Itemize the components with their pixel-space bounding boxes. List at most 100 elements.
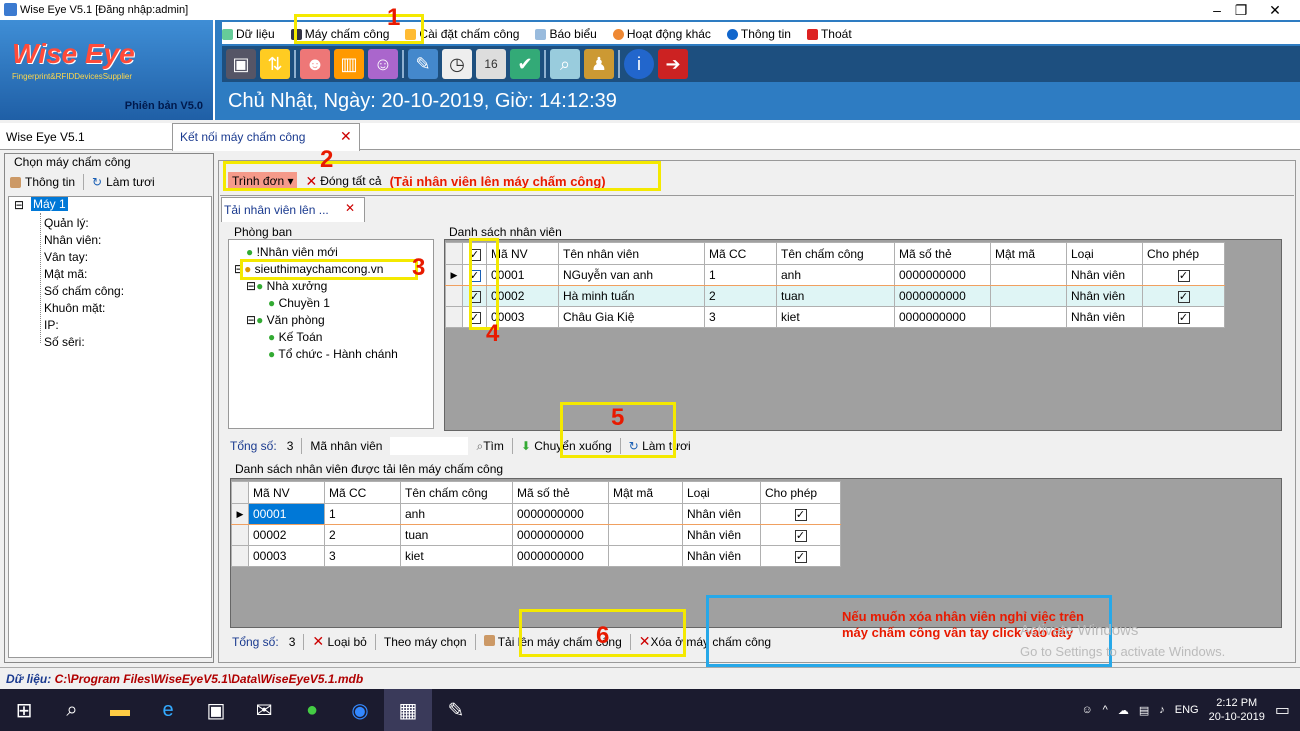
col-password[interactable]: Mật mã	[990, 242, 1067, 265]
db-path: C:\Program Files\WiseEyeV5.1\Data\WiseEy…	[54, 672, 364, 686]
chrome-icon[interactable]: ●	[288, 689, 336, 731]
check-icon[interactable]: ✔	[510, 49, 540, 79]
row-pointer-icon: ▶	[445, 264, 463, 286]
table-row[interactable]: ▶ ✓ 00001 NGuyễn van anh 1 anh 000000000…	[445, 264, 1225, 286]
logout-icon[interactable]: ➔	[658, 49, 688, 79]
menu-reports[interactable]: Báo biểu	[535, 27, 597, 41]
group-icon[interactable]: ☺	[368, 49, 398, 79]
close-subtab-icon[interactable]: ✕	[345, 201, 355, 215]
table-row[interactable]: 00003 3 kiet 0000000000 Nhân viên ✓	[231, 545, 841, 567]
col-up-allow[interactable]: Cho phép	[760, 481, 841, 504]
emp-table: ✓ Mã NV Tên nhân viên Mã CC Tên chấm côn…	[445, 242, 1225, 328]
volume-icon[interactable]: ♪	[1159, 704, 1165, 716]
dept-factory[interactable]: ⊟● Nhà xưởng	[246, 279, 327, 293]
app-icon	[4, 3, 17, 16]
col-up-ccid[interactable]: Mã CC	[324, 481, 401, 504]
col-up-password[interactable]: Mật mã	[608, 481, 683, 504]
remove-button[interactable]: ✕ Loại bỏ	[312, 633, 366, 650]
datetime-display: Chủ Nhật, Ngày: 20-10-2019, Giờ: 14:12:3…	[228, 90, 617, 112]
store-icon[interactable]: ▣	[192, 689, 240, 731]
paint-icon[interactable]: ✎	[432, 689, 480, 731]
allow-checkbox[interactable]: ✓	[1177, 312, 1190, 324]
table-row[interactable]: ✓ 00002 Hà minh tuấn 2 tuan 0000000000 N…	[445, 285, 1225, 307]
about-icon[interactable]: i	[624, 49, 654, 79]
data-icon	[222, 28, 233, 40]
menu-exit[interactable]: Thoát	[806, 27, 852, 41]
start-icon[interactable]: ⊞	[0, 689, 48, 731]
clock[interactable]: 2:12 PM 20-10-2019	[1209, 696, 1265, 724]
col-allow[interactable]: Cho phép	[1142, 242, 1225, 265]
notification-icon[interactable]: ▭	[1275, 700, 1290, 720]
col-up-card[interactable]: Mã số thẻ	[512, 481, 609, 504]
col-ccid[interactable]: Mã CC	[704, 242, 777, 265]
activation-hint: Go to Settings to activate Windows.	[1020, 644, 1226, 659]
col-up-type[interactable]: Loại	[682, 481, 761, 504]
col-type[interactable]: Loại	[1066, 242, 1143, 265]
people-icon[interactable]: ☺	[1081, 704, 1092, 716]
subtab-upload[interactable]: Tải nhân viên lên ...	[224, 203, 329, 217]
search-doc-icon[interactable]: ⌕	[550, 49, 580, 79]
allow-checkbox[interactable]: ✓	[794, 509, 807, 521]
updown-arrow-icon[interactable]: ⇅	[260, 49, 290, 79]
search-button[interactable]: ⌕Tìm	[476, 439, 503, 454]
dept-group-title: Phòng ban	[234, 225, 293, 239]
machine-node[interactable]: Máy 1	[31, 197, 68, 211]
step-2-label: 2	[320, 146, 334, 173]
table-row[interactable]: ▶ 00001 1 anh 0000000000 Nhân viên ✓	[231, 503, 841, 525]
refresh-machines-button[interactable]: ↻ Làm tươi	[92, 175, 155, 189]
wiseeye-taskbar-icon[interactable]: ▦	[384, 689, 432, 731]
by-machine-dropdown[interactable]: Theo máy chọn	[384, 635, 467, 649]
edit-icon[interactable]: ✎	[408, 49, 438, 79]
allow-checkbox[interactable]: ✓	[1177, 270, 1190, 282]
zalo-icon[interactable]: ◉	[336, 689, 384, 731]
mail-icon[interactable]: ✉	[240, 689, 288, 731]
language-indicator[interactable]: ENG	[1175, 704, 1199, 716]
dept-line1[interactable]: ● Chuyền 1	[268, 296, 330, 310]
dept-accounting[interactable]: ● Kế Toán	[268, 330, 322, 344]
menu-data[interactable]: Dữ liệu	[222, 27, 275, 41]
users-icon[interactable]: ☻	[300, 49, 330, 79]
emp-list-title: Danh sách nhân viên	[449, 225, 562, 239]
user-settings-icon[interactable]: ♟	[584, 49, 614, 79]
calendar-icon[interactable]: 16	[476, 49, 506, 79]
dept-office[interactable]: ⊟● Văn phòng	[246, 313, 325, 327]
prop-employees: Nhân viên:	[44, 233, 102, 247]
tab-home[interactable]: Wise Eye V5.1	[6, 130, 85, 144]
network-icon[interactable]: ▤	[1139, 704, 1149, 717]
close-window-button[interactable]: ✕	[1252, 0, 1298, 20]
prop-passwords: Mật mã:	[44, 267, 88, 281]
col-card[interactable]: Mã số thẻ	[894, 242, 991, 265]
col-up-ccname[interactable]: Tên chấm công	[400, 481, 513, 504]
upload-table: Mã NV Mã CC Tên chấm công Mã số thẻ Mật …	[231, 481, 841, 567]
device-icon[interactable]: ▣	[226, 49, 256, 79]
table-row[interactable]: ✓ 00003 Châu Gia Kiệ 3 kiet 0000000000 N…	[445, 306, 1225, 328]
info-button[interactable]: Thông tin	[10, 175, 75, 189]
table-row[interactable]: 00002 2 tuan 0000000000 Nhân viên ✓	[231, 524, 841, 546]
file-explorer-icon[interactable]: ▬	[96, 689, 144, 731]
close-tab-icon[interactable]: ✕	[340, 128, 352, 145]
search-icon[interactable]: ⌕	[48, 689, 96, 731]
tab-connect[interactable]: Kết nối máy chấm công	[180, 130, 305, 144]
col-empname[interactable]: Tên nhân viên	[558, 242, 705, 265]
col-up-empid[interactable]: Mã NV	[248, 481, 325, 504]
menu-info[interactable]: Thông tin	[726, 27, 791, 41]
empid-input[interactable]	[390, 437, 469, 455]
clock-icon[interactable]: ◷	[442, 49, 472, 79]
step-5-label: 5	[611, 404, 625, 431]
box-icon	[483, 634, 495, 646]
col-ccname[interactable]: Tên chấm công	[776, 242, 895, 265]
tray-chevron-icon[interactable]: ^	[1103, 704, 1108, 716]
dept-admin[interactable]: ● Tổ chức - Hành chánh	[268, 347, 398, 361]
upload-total-label: Tổng số: 3	[232, 634, 296, 649]
allow-checkbox[interactable]: ✓	[794, 551, 807, 563]
allow-checkbox[interactable]: ✓	[1177, 291, 1190, 303]
cloud-icon[interactable]: ☁	[1118, 704, 1129, 717]
collapse-icon[interactable]: ⊟	[14, 198, 24, 212]
chart-icon[interactable]: ▥	[334, 49, 364, 79]
allow-checkbox[interactable]: ✓	[794, 530, 807, 542]
menu-other[interactable]: Hoạt động khác	[612, 27, 711, 41]
dept-new[interactable]: ● !Nhân viên mới	[246, 245, 338, 259]
edge-icon[interactable]: e	[144, 689, 192, 731]
prop-fingerprints: Vân tay:	[44, 250, 89, 264]
window-title: Wise Eye V5.1 [Đăng nhập:admin]	[20, 4, 189, 16]
